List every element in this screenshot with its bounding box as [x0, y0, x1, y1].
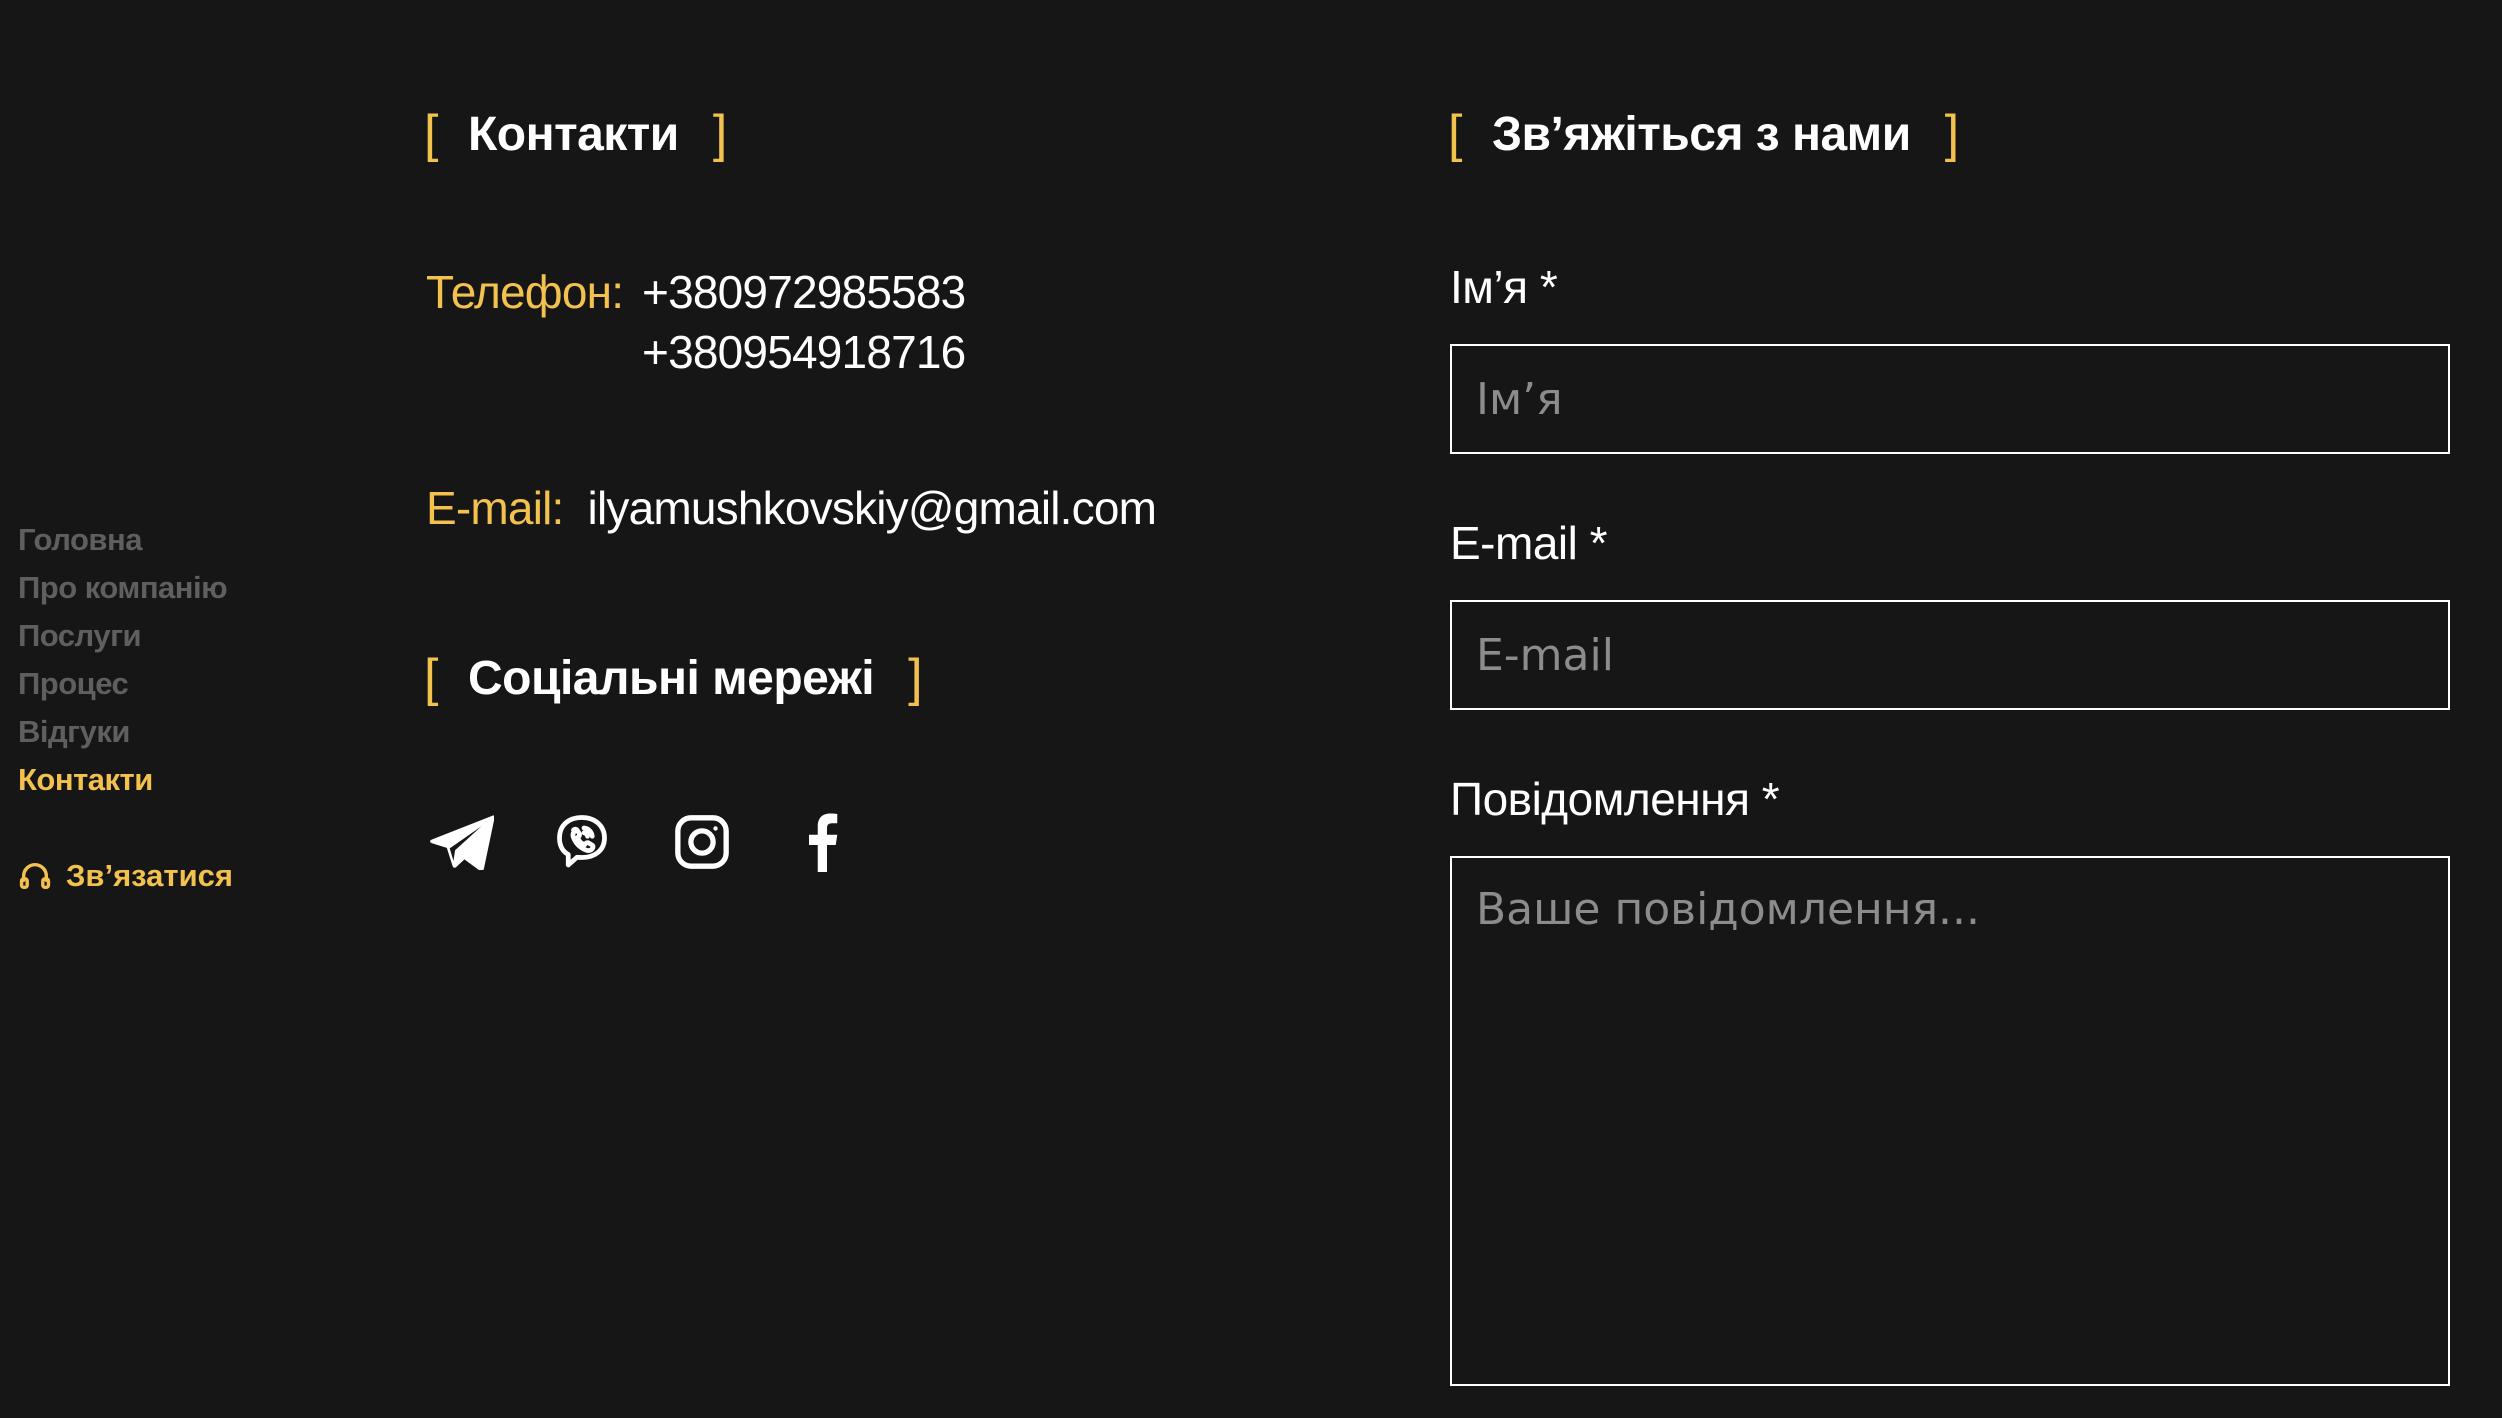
nav-item-services[interactable]: Послуги — [18, 612, 318, 660]
socials-heading-text: Соціальні мережі — [467, 651, 875, 705]
email-address[interactable]: ilyamushkovskiy@gmail.com — [588, 478, 1157, 538]
viber-icon[interactable] — [548, 808, 616, 876]
message-field-label: Повідомлення * — [1450, 773, 1780, 825]
instagram-icon[interactable] — [668, 808, 736, 876]
socials-heading: [ Соціальні мережі ] — [424, 648, 923, 708]
contact-us-label: Зв’язатися — [66, 858, 233, 893]
contact-us-link[interactable]: Зв’язатися — [18, 858, 233, 894]
nav-item-reviews[interactable]: Відгуки — [18, 708, 318, 756]
bracket-close: ] — [712, 105, 727, 163]
name-field-label: Ім’я * — [1450, 261, 1558, 313]
phone-label: Телефон: — [426, 266, 624, 318]
nav-item-process[interactable]: Процес — [18, 660, 318, 708]
nav-item-about[interactable]: Про компанію — [18, 564, 318, 612]
phone-number[interactable]: +380954918716 — [642, 322, 966, 382]
bracket-close: ] — [1944, 105, 1959, 163]
phone-list: +380972985583 +380954918716 — [642, 262, 966, 382]
phone-number[interactable]: +380972985583 — [642, 262, 966, 322]
form-heading-text: Зв’яжіться з нами — [1491, 107, 1911, 161]
headset-icon — [18, 859, 52, 893]
social-links — [428, 808, 856, 876]
sidebar-nav: Головна Про компанію Послуги Процес Відг… — [18, 516, 318, 893]
nav-item-home[interactable]: Головна — [18, 516, 318, 564]
email-label: E-mail: — [426, 482, 564, 534]
telegram-icon[interactable] — [428, 808, 496, 876]
bracket-open: [ — [1448, 105, 1462, 163]
bracket-open: [ — [424, 649, 438, 707]
phone-row: Телефон: +380972985583 +380954918716 — [426, 262, 966, 382]
name-input[interactable] — [1450, 344, 2450, 454]
nav-item-contacts[interactable]: Контакти — [18, 756, 318, 804]
facebook-icon[interactable] — [788, 808, 856, 876]
bracket-close: ] — [908, 649, 923, 707]
form-heading: [ Зв’яжіться з нами ] — [1448, 104, 1959, 164]
contacts-heading: [ Контакти ] — [424, 104, 727, 164]
email-input[interactable] — [1450, 600, 2450, 710]
email-field-label: E-mail * — [1450, 517, 1608, 569]
bracket-open: [ — [424, 105, 438, 163]
contacts-heading-text: Контакти — [467, 107, 679, 161]
email-row: E-mail: ilyamushkovskiy@gmail.com — [426, 478, 1157, 538]
message-textarea[interactable] — [1450, 856, 2450, 1386]
